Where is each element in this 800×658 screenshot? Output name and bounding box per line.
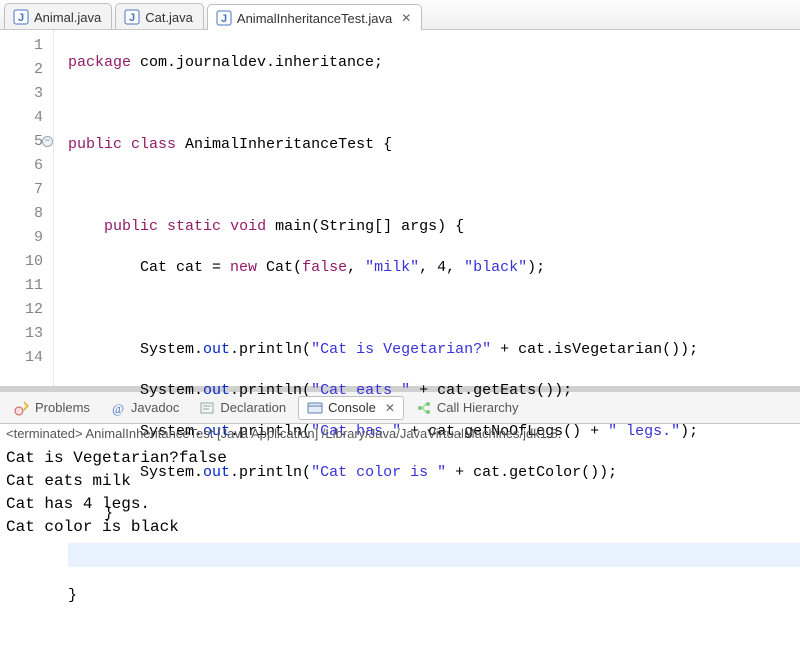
svg-text:J: J bbox=[18, 12, 24, 24]
view-tab-label: Declaration bbox=[220, 400, 286, 415]
code-line: System.out.println("Cat is Vegetarian?" … bbox=[68, 338, 800, 362]
declaration-icon bbox=[199, 400, 215, 416]
code-line: Cat cat = new Cat(false, "milk", 4, "bla… bbox=[68, 256, 800, 280]
tab-label: AnimalInheritanceTest.java bbox=[237, 11, 392, 26]
editor-tab-cat[interactable]: J Cat.java bbox=[115, 3, 204, 29]
fold-icon[interactable]: − bbox=[42, 136, 53, 147]
tab-label: Cat.java bbox=[145, 10, 193, 25]
line-number: 6 bbox=[8, 154, 43, 178]
code-line: } bbox=[68, 584, 800, 608]
code-editor[interactable]: 12345−67891011121314 package com.journal… bbox=[0, 30, 800, 392]
view-tab-label: Console bbox=[328, 400, 376, 415]
code-content[interactable]: package com.journaldev.inheritance; publ… bbox=[54, 30, 800, 386]
line-number: 2 bbox=[8, 58, 43, 82]
line-number: 8 bbox=[8, 202, 43, 226]
console-icon bbox=[307, 400, 323, 416]
svg-text:@: @ bbox=[112, 401, 124, 416]
line-number: 12 bbox=[8, 298, 43, 322]
call-hierarchy-icon bbox=[416, 400, 432, 416]
view-tab-label: Problems bbox=[35, 400, 90, 415]
line-number: 9 bbox=[8, 226, 43, 250]
view-declaration[interactable]: Declaration bbox=[191, 396, 294, 420]
view-console[interactable]: Console ✕ bbox=[298, 396, 404, 420]
close-icon[interactable]: ✕ bbox=[385, 401, 395, 415]
code-line bbox=[68, 174, 800, 198]
line-number: 13 bbox=[8, 322, 43, 346]
line-number: 4 bbox=[8, 106, 43, 130]
svg-text:J: J bbox=[129, 12, 135, 24]
editor-tab-animal[interactable]: J Animal.java bbox=[4, 3, 112, 29]
svg-text:J: J bbox=[221, 13, 227, 25]
line-number: 5− bbox=[8, 130, 43, 154]
java-file-icon: J bbox=[124, 9, 140, 25]
problems-icon bbox=[14, 400, 30, 416]
line-number: 14 bbox=[8, 346, 43, 370]
code-line bbox=[68, 297, 800, 321]
line-number: 10 bbox=[8, 250, 43, 274]
close-icon[interactable]: ✕ bbox=[401, 11, 411, 25]
line-number: 11 bbox=[8, 274, 43, 298]
editor-tab-bar: J Animal.java J Cat.java J AnimalInherit… bbox=[0, 0, 800, 30]
java-file-icon: J bbox=[216, 10, 232, 26]
view-problems[interactable]: Problems bbox=[6, 396, 98, 420]
view-tab-label: Javadoc bbox=[131, 400, 179, 415]
code-line: package com.journaldev.inheritance; bbox=[68, 51, 800, 75]
code-line: public class AnimalInheritanceTest { bbox=[68, 133, 800, 157]
view-call-hierarchy[interactable]: Call Hierarchy bbox=[408, 396, 527, 420]
javadoc-icon: @ bbox=[110, 400, 126, 416]
line-number: 7 bbox=[8, 178, 43, 202]
code-line-cursor bbox=[68, 543, 800, 567]
code-line bbox=[68, 92, 800, 116]
line-number-gutter: 12345−67891011121314 bbox=[0, 30, 54, 386]
code-line: public static void main(String[] args) { bbox=[68, 215, 800, 239]
view-javadoc[interactable]: @ Javadoc bbox=[102, 396, 187, 420]
view-tab-label: Call Hierarchy bbox=[437, 400, 519, 415]
java-file-icon: J bbox=[13, 9, 29, 25]
editor-tab-animalinheritancetest[interactable]: J AnimalInheritanceTest.java ✕ bbox=[207, 4, 422, 30]
line-number: 1 bbox=[8, 34, 43, 58]
tab-label: Animal.java bbox=[34, 10, 101, 25]
line-number: 3 bbox=[8, 82, 43, 106]
